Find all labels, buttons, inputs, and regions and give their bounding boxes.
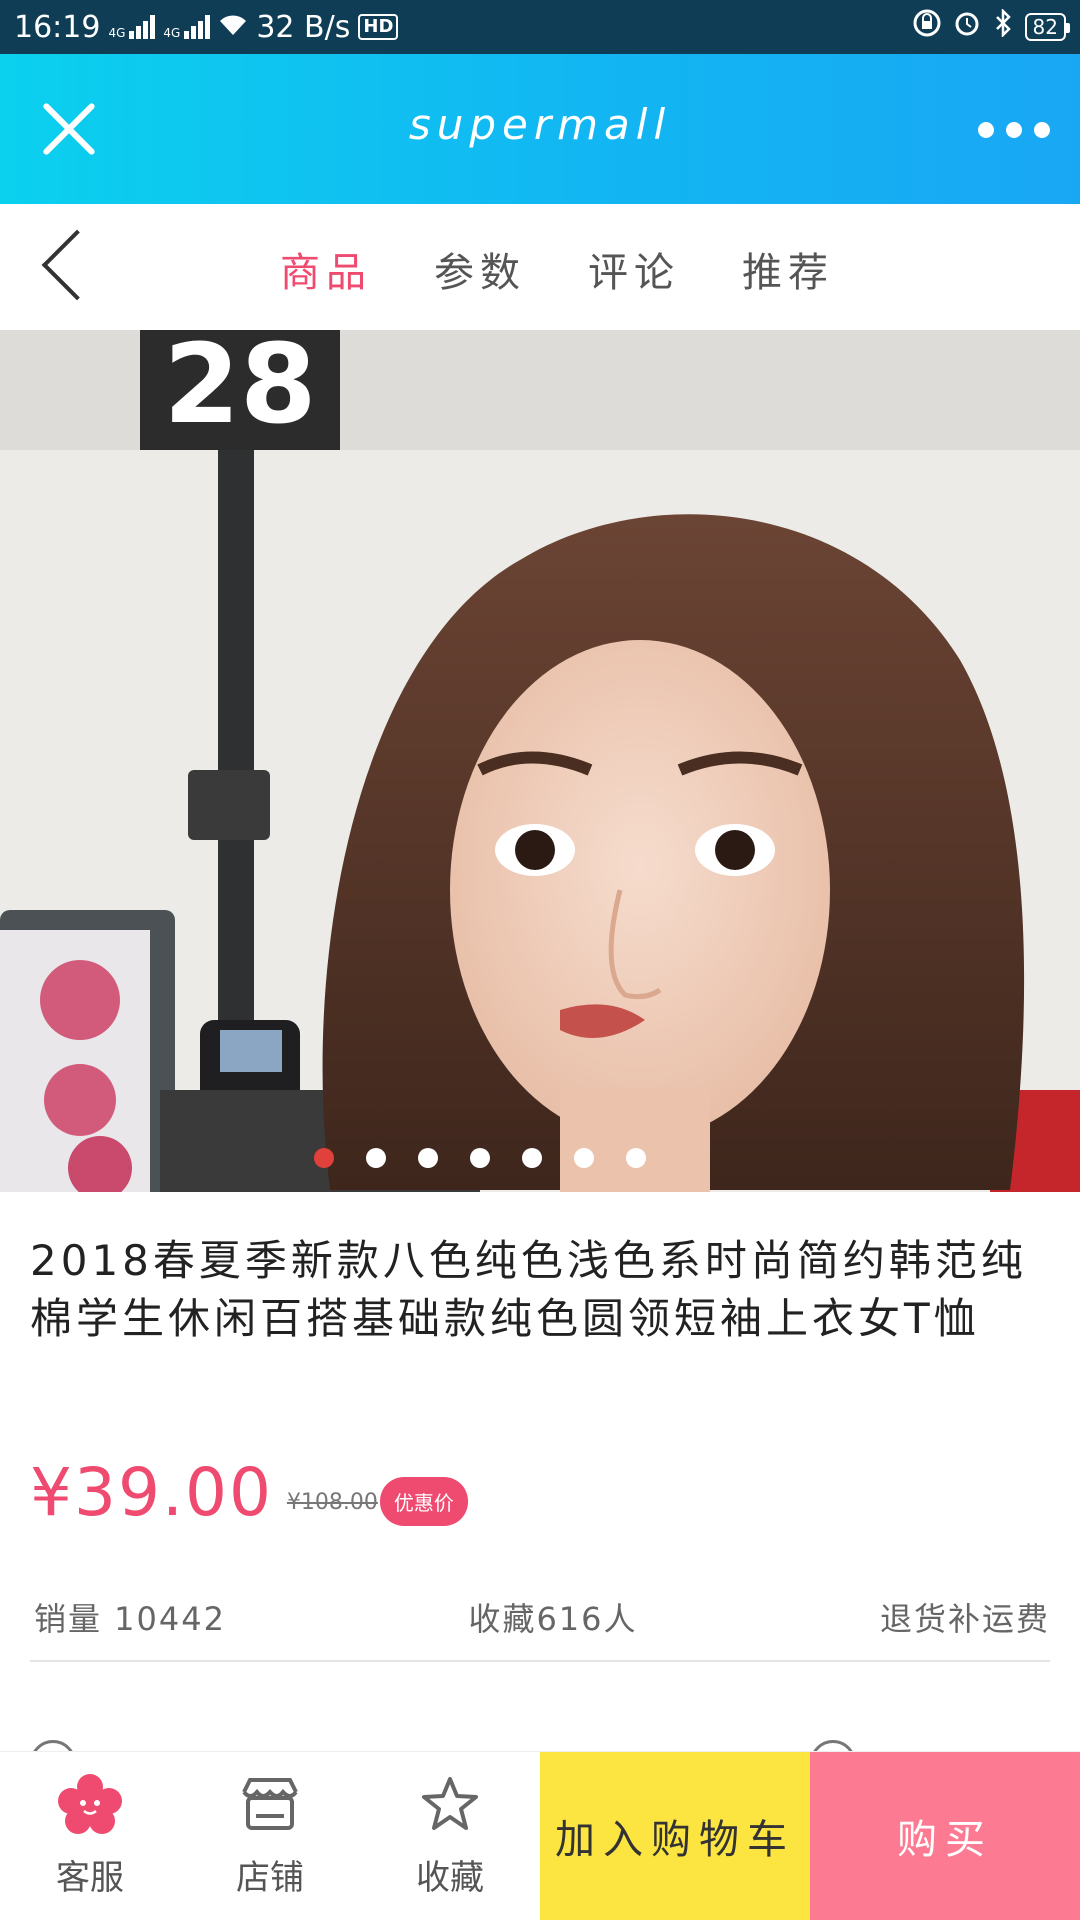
network-speed: 32 B/s: [256, 9, 351, 45]
sales-count: 销量 10442: [34, 1600, 226, 1638]
current-price: ¥39.00: [30, 1454, 273, 1531]
star-icon: [420, 1774, 480, 1834]
tab-bar: 商品 参数 评论 推荐: [0, 204, 1080, 331]
flower-icon: [57, 1773, 123, 1834]
check-icon: [30, 1740, 76, 1752]
tab-comments[interactable]: 评论: [588, 240, 680, 298]
status-right: 82: [913, 7, 1071, 45]
service-row-peek: [30, 1738, 1050, 1752]
counter-number: 28: [163, 330, 316, 448]
battery-icon: 82: [1024, 13, 1071, 41]
product-photo: 28: [0, 330, 1080, 1192]
service-button[interactable]: 客服: [0, 1752, 180, 1920]
original-price: ¥108.00: [286, 1490, 378, 1515]
service-label: 客服: [56, 1857, 124, 1898]
app-title: supermall: [408, 100, 672, 149]
back-icon[interactable]: [41, 229, 113, 301]
carousel-dot[interactable]: [314, 1148, 334, 1168]
tab-product[interactable]: 商品: [280, 240, 372, 298]
store-icon: [238, 1774, 302, 1834]
tabs: 商品 参数 评论 推荐: [280, 240, 834, 298]
carousel-dot[interactable]: [366, 1148, 386, 1168]
favorite-count: 收藏616人: [468, 1600, 638, 1638]
carousel-dot[interactable]: [470, 1148, 490, 1168]
signal-icon: 4G: [108, 15, 156, 40]
network-label-2: 4G: [163, 26, 181, 40]
hd-icon: HD: [358, 14, 399, 40]
product-image-carousel[interactable]: 28: [0, 330, 1080, 1192]
add-to-cart-button[interactable]: 加入购物车: [540, 1752, 810, 1920]
status-time: 16:19: [14, 9, 101, 45]
title-bar: supermall: [0, 54, 1080, 204]
carousel-dot[interactable]: [522, 1148, 542, 1168]
check-icon: [810, 1740, 856, 1752]
bluetooth-icon: [993, 7, 1013, 45]
shop-label: 店铺: [236, 1857, 304, 1898]
network-label-1: 4G: [108, 26, 126, 40]
more-icon[interactable]: [978, 122, 1050, 138]
tab-params[interactable]: 参数: [434, 240, 526, 298]
carousel-dot[interactable]: [626, 1148, 646, 1168]
stats-row: 销量 10442 收藏616人 退货补运费: [34, 1594, 1050, 1640]
product-title: 2018春夏季新款八色纯色浅色系时尚简约韩范纯棉学生休闲百搭基础款纯色圆领短袖上…: [30, 1236, 1027, 1343]
favorite-button[interactable]: 收藏: [360, 1752, 540, 1920]
wifi-icon: [218, 10, 248, 45]
return-policy: 退货补运费: [879, 1600, 1050, 1638]
alarm-icon: [953, 9, 981, 45]
divider: [30, 1660, 1050, 1662]
carousel-dot[interactable]: [418, 1148, 438, 1168]
discount-badge: 优惠价: [379, 1477, 468, 1526]
status-left: 16:19 4G 4G 32 B/s HD: [14, 9, 399, 45]
bottom-action-bar: 客服 店铺 收藏 加入购物车 购买: [0, 1752, 1080, 1920]
carousel-dot[interactable]: [574, 1148, 594, 1168]
signal-icon-2: 4G: [163, 15, 211, 40]
shop-button[interactable]: 店铺: [180, 1752, 360, 1920]
buy-button[interactable]: 购买: [810, 1752, 1080, 1920]
carousel-dots: [0, 1148, 1020, 1168]
tab-recommend[interactable]: 推荐: [742, 240, 834, 298]
lock-icon: [913, 9, 941, 45]
price-row: ¥39.00 ¥108.00 优惠价: [30, 1454, 468, 1531]
status-bar: 16:19 4G 4G 32 B/s HD 82: [0, 0, 1080, 54]
favorite-label: 收藏: [416, 1857, 484, 1898]
